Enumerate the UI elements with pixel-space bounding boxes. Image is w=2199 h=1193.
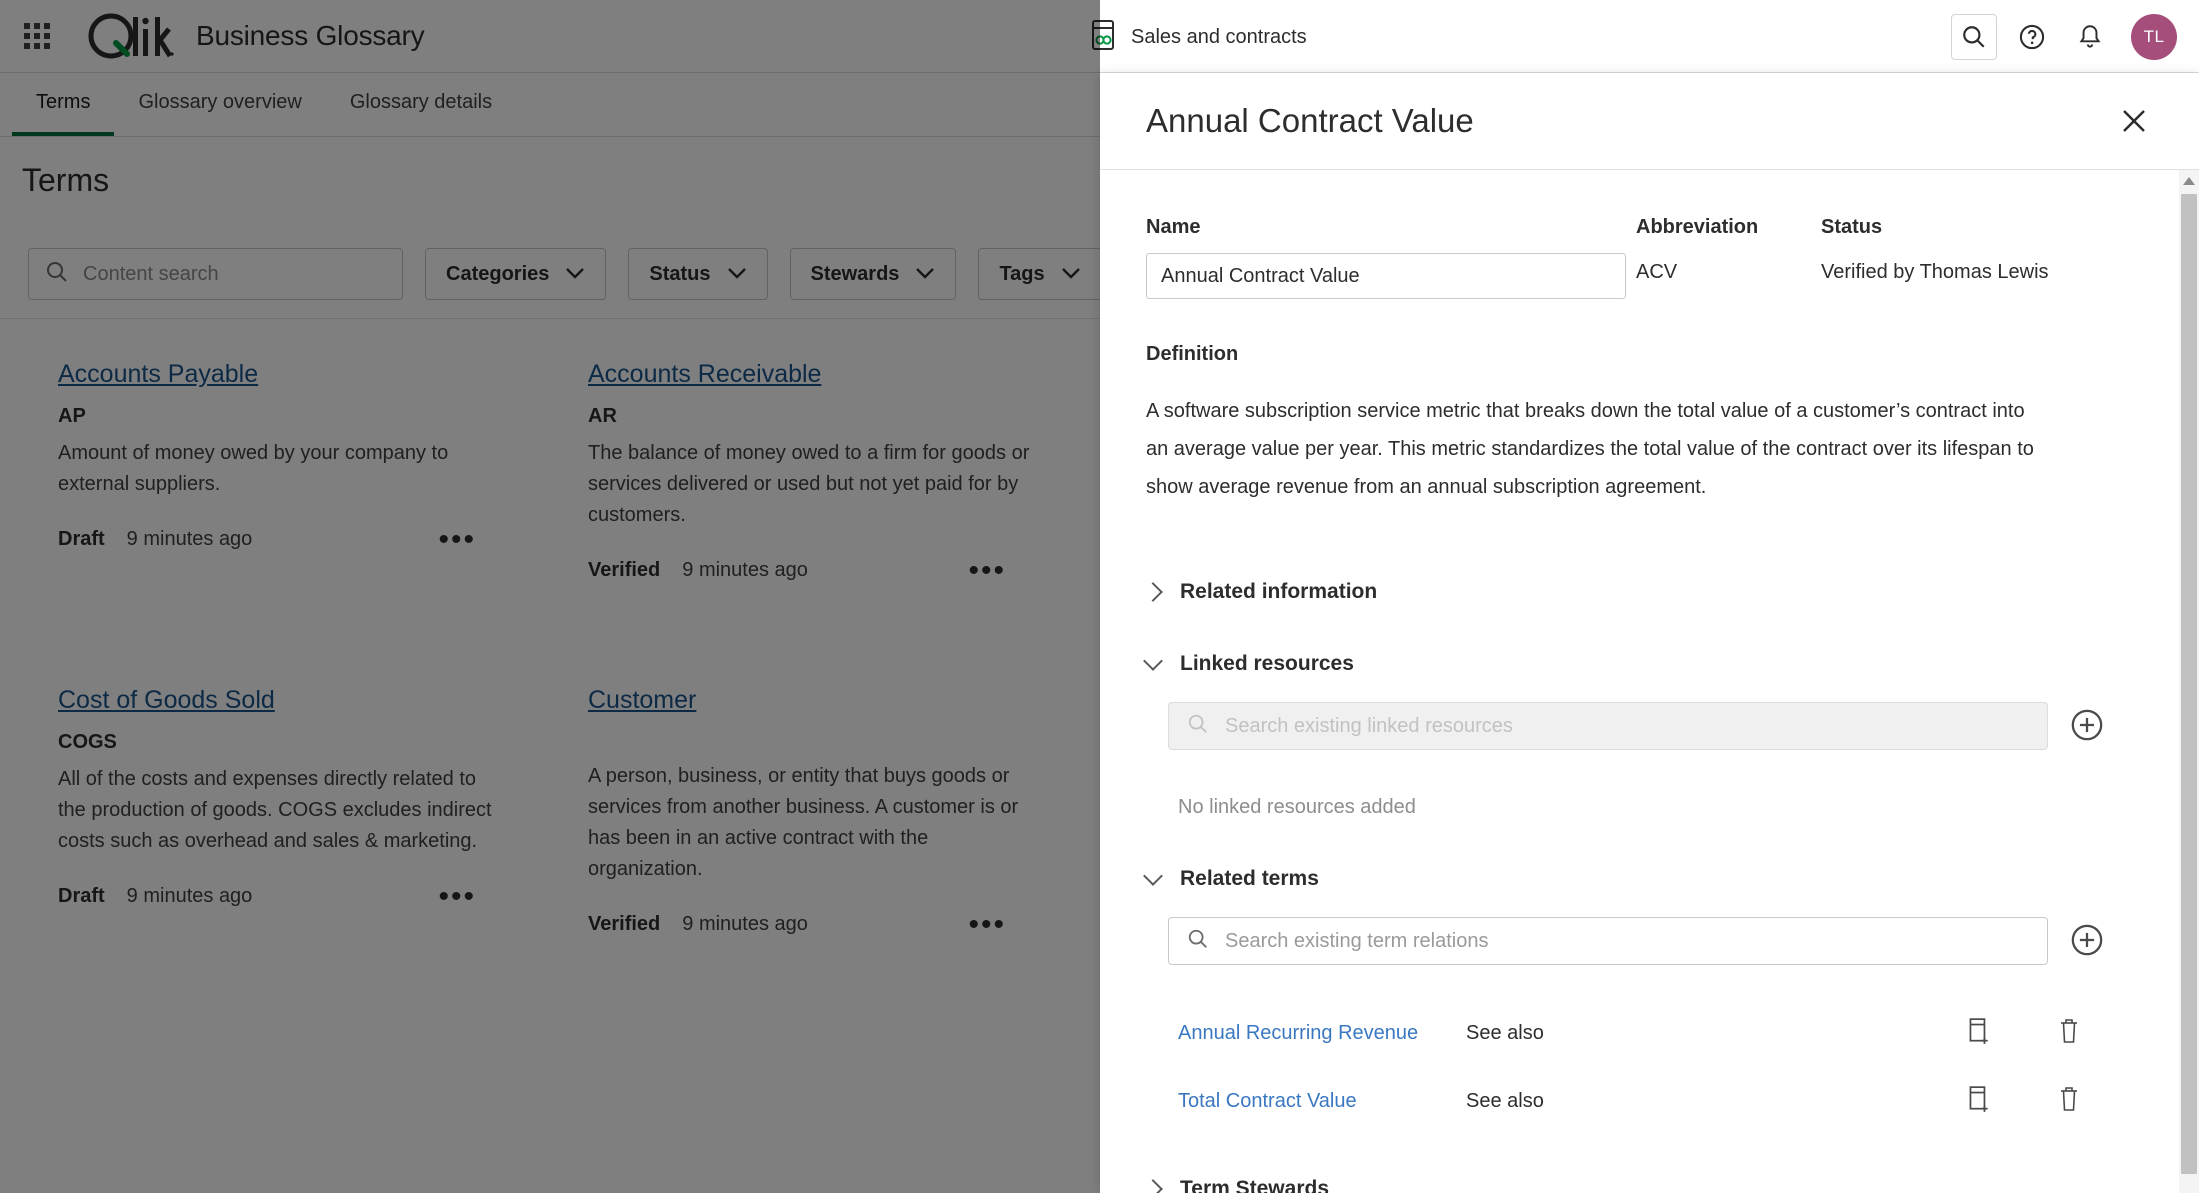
section-linked-resources-header[interactable]: Linked resources (1143, 651, 2129, 676)
trash-icon[interactable] (2057, 1085, 2081, 1118)
avatar[interactable]: TL (2131, 13, 2177, 60)
status-value: Verified by Thomas Lewis (1821, 261, 2049, 283)
add-to-list-icon[interactable] (1965, 1017, 1991, 1050)
search-icon (1187, 928, 1209, 955)
section-title: Related terms (1180, 867, 1319, 890)
application-root: Business Glossary Sales and contracts (0, 0, 2199, 1193)
abbreviation-field-group: Abbreviation ACV (1636, 216, 1821, 299)
related-term-relation: See also (1466, 1089, 1544, 1112)
space-name: Sales and contracts (1131, 25, 1307, 48)
chevron-right-icon (1143, 1179, 1163, 1193)
space-selector[interactable]: Sales and contracts (1075, 14, 1321, 60)
name-field-group: Name (1146, 216, 1636, 299)
name-label: Name (1146, 216, 1201, 238)
scrollbar-thumb[interactable] (2181, 194, 2197, 1174)
definition-label: Definition (1146, 343, 1239, 365)
related-terms-search[interactable] (1168, 917, 2048, 965)
panel-scrollbar[interactable] (2179, 170, 2199, 1193)
section-related-information-header[interactable]: Related information (1143, 580, 2129, 604)
bell-icon[interactable] (2067, 14, 2113, 60)
related-term-link[interactable]: Total Contract Value (1178, 1090, 1466, 1113)
add-to-list-icon[interactable] (1965, 1085, 1991, 1118)
panel-title: Annual Contract Value (1146, 102, 1474, 139)
plus-circle-icon[interactable] (2070, 708, 2106, 744)
related-term-actions (1965, 1085, 2129, 1118)
linked-resources-search[interactable] (1168, 702, 2048, 750)
section-title: Term Stewards (1180, 1177, 1329, 1193)
related-term-link[interactable]: Annual Recurring Revenue (1178, 1022, 1466, 1045)
trash-icon[interactable] (2057, 1017, 2081, 1050)
related-terms-search-row (1146, 917, 2129, 965)
related-term-row: Annual Recurring Revenue See also (1146, 1009, 2129, 1057)
section-linked-resources: Linked resources No linked resources add… (1143, 651, 2129, 819)
term-detail-panel: Annual Contract Value Name Abbreviation … (1100, 73, 2199, 1193)
related-terms-search-input[interactable] (1225, 929, 2029, 953)
section-related-information: Related information (1143, 580, 2129, 604)
section-related-terms-header[interactable]: Related terms (1143, 866, 2129, 891)
related-term-relation: See also (1466, 1021, 1544, 1044)
plus-circle-icon[interactable] (2070, 923, 2106, 959)
help-circle-icon[interactable] (2009, 14, 2055, 60)
panel-body: Name Abbreviation ACV Status Verified by… (1100, 170, 2199, 1193)
section-related-terms: Related terms Annual Recurrin (1143, 866, 2129, 1125)
status-field-group: Status Verified by Thomas Lewis (1821, 216, 2049, 299)
panel-header: Annual Contract Value (1100, 73, 2199, 170)
search-icon (1187, 713, 1209, 740)
chevron-right-icon (1143, 582, 1163, 602)
related-terms-list: Annual Recurring Revenue See also Total … (1146, 1009, 2129, 1125)
related-term-actions (1965, 1017, 2129, 1050)
close-icon[interactable] (2111, 98, 2157, 144)
section-title: Related information (1180, 580, 1378, 603)
section-term-stewards: Term Stewards (1143, 1177, 2129, 1193)
name-input[interactable] (1146, 253, 1626, 299)
chevron-down-icon (1143, 866, 1163, 886)
linked-resources-search-input[interactable] (1225, 714, 2029, 738)
definition-text: A software subscription service metric t… (1146, 400, 2034, 498)
abbreviation-value: ACV (1636, 261, 1678, 283)
abbreviation-label: Abbreviation (1636, 216, 1759, 238)
linked-resources-empty: No linked resources added (1178, 796, 1416, 818)
search-icon[interactable] (1951, 13, 1997, 60)
chevron-down-icon (1143, 651, 1163, 671)
scroll-up-arrow-icon[interactable] (2179, 170, 2199, 192)
section-title: Linked resources (1180, 652, 1354, 675)
section-term-stewards-header[interactable]: Term Stewards (1143, 1177, 2129, 1193)
topbar-actions: TL (1951, 0, 2177, 73)
status-label: Status (1821, 216, 1883, 238)
related-term-row: Total Contract Value See also (1146, 1077, 2129, 1125)
linked-resources-search-row (1146, 702, 2129, 750)
term-fields: Name Abbreviation ACV Status Verified by… (1146, 216, 2129, 299)
modal-scrim[interactable] (0, 0, 1100, 1193)
